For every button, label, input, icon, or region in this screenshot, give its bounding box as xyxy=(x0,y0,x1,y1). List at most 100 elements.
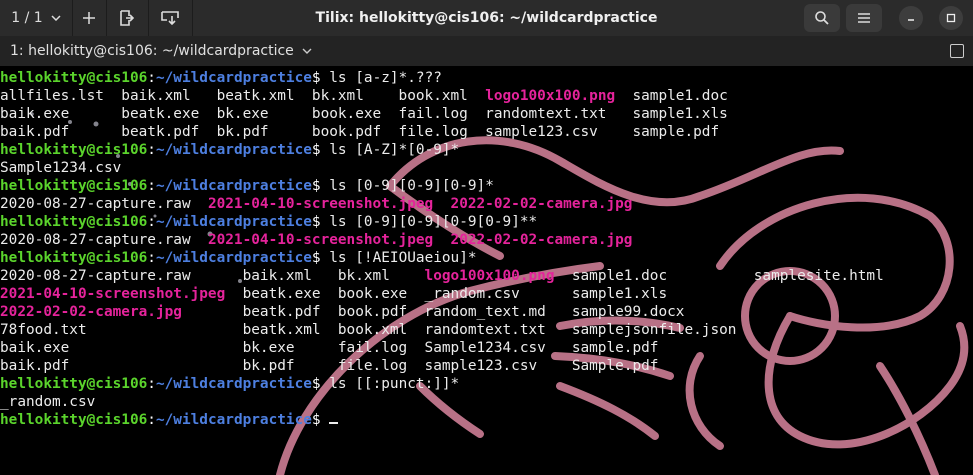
minimize-icon xyxy=(908,19,914,21)
prompt-line: hellokitty@cis106:~/wildcardpractice$ ls… xyxy=(0,249,884,267)
prompt-user: hellokitty@cis106 xyxy=(0,142,148,158)
prompt-line: hellokitty@cis106:~/wildcardpractice$ xyxy=(0,411,884,429)
output-text: baik.pdf beatk.pdf bk.pdf book.pdf file.… xyxy=(0,124,720,140)
output-line: allfiles.lst baik.xml beatk.xml bk.xml b… xyxy=(0,87,884,105)
prompt-path: ~/wildcardpractice xyxy=(155,250,312,266)
output-text: baik.exe bk.exe fail.log Sample1234.csv … xyxy=(0,340,659,356)
output-text: _random.csv xyxy=(0,394,96,410)
terminal-output: hellokitty@cis106:~/wildcardpractice$ ls… xyxy=(0,69,884,429)
output-line: 78food.txt beatk.xml book.xml randomtext… xyxy=(0,321,884,339)
image-filename: 2021-04-10-screenshot.jpeg xyxy=(0,286,226,302)
prompt-path: ~/wildcardpractice xyxy=(155,412,312,428)
prompt-user: hellokitty@cis106 xyxy=(0,214,148,230)
hamburger-menu-icon xyxy=(858,13,870,23)
search-icon xyxy=(815,11,829,25)
maximize-icon xyxy=(946,13,956,23)
terminal-cursor xyxy=(329,422,339,424)
prompt-dollar: $ xyxy=(311,412,321,428)
prompt-path: ~/wildcardpractice xyxy=(155,376,312,392)
output-text: beatk.exe book.exe _random.csv sample1.x… xyxy=(225,286,668,302)
prompt-path: ~/wildcardpractice xyxy=(155,178,312,194)
command-text: ls [0-9][0-9][0-9]* xyxy=(329,178,494,194)
prompt-dollar: $ xyxy=(311,142,321,158)
add-session-button[interactable] xyxy=(72,0,107,36)
prompt-path: ~/wildcardpractice xyxy=(155,70,312,86)
output-line: baik.pdf beatk.pdf bk.pdf book.pdf file.… xyxy=(0,123,884,141)
output-line: Sample1234.csv xyxy=(0,159,884,177)
split-right-button[interactable] xyxy=(106,0,149,36)
prompt-colon: : xyxy=(147,412,156,428)
terminal-title[interactable]: 1: hellokitty@cis106: ~/wildcardpractice xyxy=(10,36,312,66)
search-button[interactable] xyxy=(804,4,840,32)
image-filename: logo100x100.png xyxy=(485,88,616,104)
output-text: Sample1234.csv xyxy=(0,160,122,176)
output-line: baik.exe bk.exe fail.log Sample1234.csv … xyxy=(0,339,884,357)
maximize-terminal-icon[interactable] xyxy=(950,44,964,58)
image-filename: 2021-04-10-screenshot.jpeg xyxy=(207,196,434,212)
prompt-line: hellokitty@cis106:~/wildcardpractice$ ls… xyxy=(0,375,884,393)
image-filename: 2022-02-02-camera.jpg xyxy=(450,232,633,248)
command-text: ls [a-z]*.??? xyxy=(329,70,442,86)
prompt-line: hellokitty@cis106:~/wildcardpractice$ ls… xyxy=(0,177,884,195)
output-text: 2020-08-27-capture.raw xyxy=(0,196,208,212)
split-right-icon xyxy=(120,10,134,26)
session-selector[interactable]: 1 / 1 xyxy=(0,0,73,36)
output-line: 2020-08-27-capture.raw 2021-04-10-screen… xyxy=(0,231,884,249)
prompt-colon: : xyxy=(147,142,156,158)
chevron-down-icon xyxy=(302,48,312,54)
command-text: ls [A-Z]*[0-9]* xyxy=(329,142,460,158)
prompt-colon: : xyxy=(147,70,156,86)
prompt-dollar: $ xyxy=(311,178,321,194)
prompt-dollar: $ xyxy=(311,250,321,266)
output-line: baik.pdf bk.pdf file.log sample123.csv S… xyxy=(0,357,884,375)
command-text: ls [!AEIOUaeiou]* xyxy=(329,250,477,266)
minimize-button[interactable] xyxy=(899,6,923,30)
split-down-button[interactable] xyxy=(148,0,193,36)
prompt-user: hellokitty@cis106 xyxy=(0,178,148,194)
main-menu-button[interactable] xyxy=(846,4,882,32)
split-down-icon xyxy=(161,11,179,25)
image-filename: logo100x100.png xyxy=(424,268,555,284)
title-bar: 1 / 1 Tilix: hellokitty@cis106: ~/wildca… xyxy=(0,0,973,36)
terminal-title-bar[interactable]: 1: hellokitty@cis106: ~/wildcardpractice xyxy=(0,36,973,66)
output-line: 2022-02-02-camera.jpg beatk.pdf book.pdf… xyxy=(0,303,884,321)
output-line: _random.csv xyxy=(0,393,884,411)
maximize-button[interactable] xyxy=(939,6,963,30)
prompt-user: hellokitty@cis106 xyxy=(0,70,148,86)
output-line: 2021-04-10-screenshot.jpeg beatk.exe boo… xyxy=(0,285,884,303)
output-text: 2020-08-27-capture.raw baik.xml bk.xml xyxy=(0,268,425,284)
chevron-down-icon xyxy=(51,15,61,21)
prompt-user: hellokitty@cis106 xyxy=(0,376,148,392)
command-text: ls [[:punct:]]* xyxy=(329,376,460,392)
image-filename: 2021-04-10-screenshot.jpeg xyxy=(207,232,434,248)
prompt-dollar: $ xyxy=(311,70,321,86)
prompt-path: ~/wildcardpractice xyxy=(155,214,312,230)
output-text: baik.pdf bk.pdf file.log sample123.csv S… xyxy=(0,358,659,374)
output-line: baik.exe beatk.exe bk.exe book.exe fail.… xyxy=(0,105,884,123)
prompt-user: hellokitty@cis106 xyxy=(0,250,148,266)
prompt-colon: : xyxy=(147,214,156,230)
prompt-colon: : xyxy=(147,178,156,194)
output-text: sample1.doc xyxy=(615,88,728,104)
prompt-dollar: $ xyxy=(311,376,321,392)
prompt-colon: : xyxy=(147,250,156,266)
prompt-line: hellokitty@cis106:~/wildcardpractice$ ls… xyxy=(0,141,884,159)
plus-icon xyxy=(83,12,95,24)
output-text: baik.exe beatk.exe bk.exe book.exe fail.… xyxy=(0,106,728,122)
tilix-window: 1 / 1 Tilix: hellokitty@cis106: ~/wildca… xyxy=(0,0,973,475)
output-text: beatk.pdf book.pdf random_text.md sample… xyxy=(181,304,685,320)
prompt-line: hellokitty@cis106:~/wildcardpractice$ ls… xyxy=(0,69,884,87)
terminal-title-label: 1: hellokitty@cis106: ~/wildcardpractice xyxy=(10,43,294,59)
output-text: 78food.txt beatk.xml book.xml randomtext… xyxy=(0,322,737,338)
output-text: allfiles.lst baik.xml beatk.xml bk.xml b… xyxy=(0,88,486,104)
image-filename: 2022-02-02-camera.jpg xyxy=(450,196,633,212)
terminal-view[interactable]: hellokitty@cis106:~/wildcardpractice$ ls… xyxy=(0,66,973,475)
